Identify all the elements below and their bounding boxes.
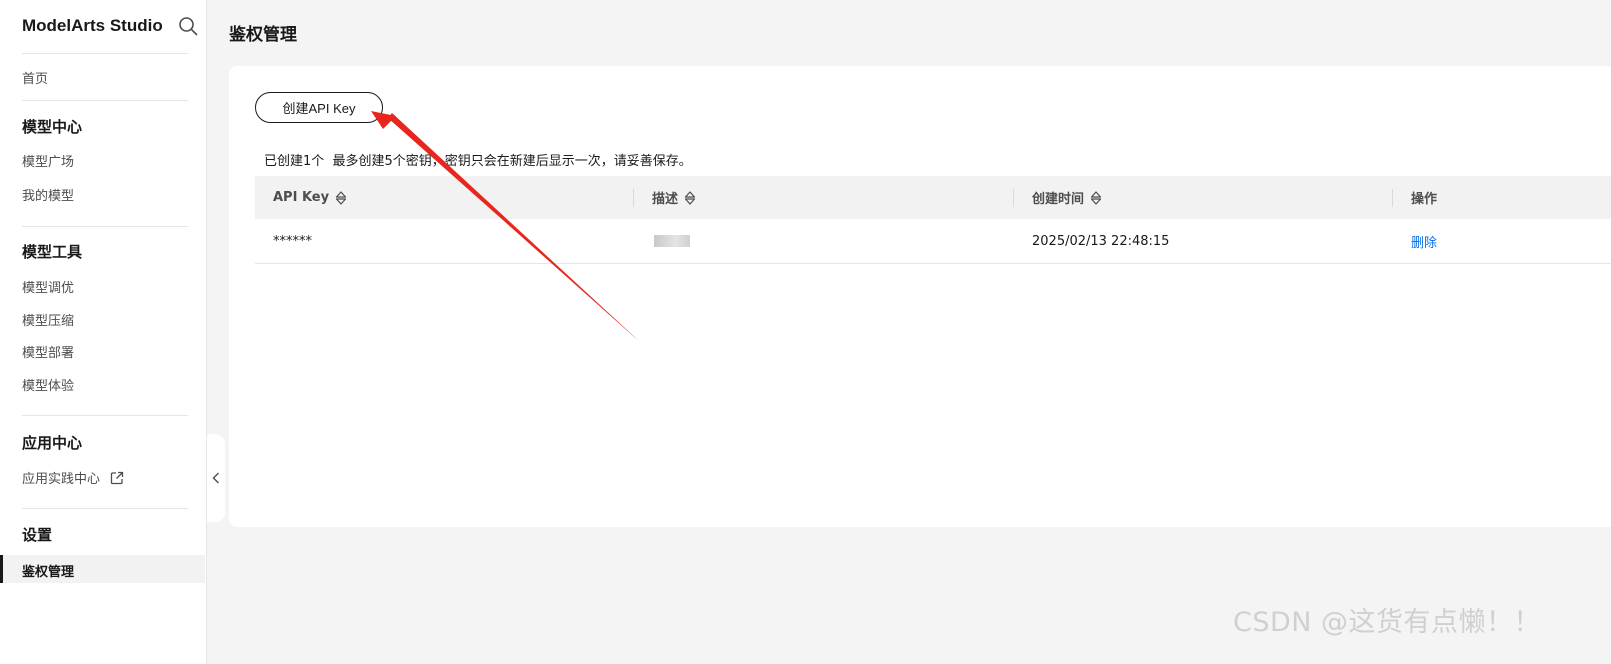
sidebar-item-home[interactable]: 首页 <box>22 68 48 87</box>
sidebar-item-label: 应用实践中心 <box>22 472 101 487</box>
cell-actions: 删除 <box>1411 219 1437 263</box>
sidebar-header: ModelArts Studio <box>22 14 198 38</box>
cell-created-time: 2025/02/13 22:48:15 <box>1032 233 1170 249</box>
column-header-actions: 操作 <box>1411 176 1437 219</box>
sidebar-item-model-tuning[interactable]: 模型调优 <box>22 277 74 296</box>
watermark: CSDN @这货有点懒！！ <box>1233 607 1542 638</box>
sidebar-item-label: 鉴权管理 <box>22 565 75 580</box>
sort-icon[interactable] <box>1090 190 1102 205</box>
sidebar-item-model-deploy[interactable]: 模型部署 <box>22 342 74 361</box>
sidebar-item-model-experience[interactable]: 模型体验 <box>22 375 74 394</box>
table-row: ****** 2025/02/13 22:48:15 删除 <box>255 219 1611 264</box>
column-header-created-time[interactable]: 创建时间 <box>1032 176 1102 219</box>
column-separator <box>1013 189 1014 207</box>
api-key-panel: 创建API Key 已创建1个 最多创建5个密钥，密钥只会在新建后显示一次，请妥… <box>229 66 1611 527</box>
column-separator <box>633 189 634 207</box>
nav-group-model-center: 模型中心 <box>22 118 83 136</box>
sidebar-item-my-models[interactable]: 我的模型 <box>22 185 74 204</box>
divider <box>22 100 188 101</box>
divider <box>22 415 188 416</box>
nav-group-model-tools: 模型工具 <box>22 243 83 261</box>
page-title: 鉴权管理 <box>229 25 297 45</box>
sidebar-item-model-compression[interactable]: 模型压缩 <box>22 310 74 329</box>
column-separator <box>1392 189 1393 207</box>
cell-description <box>654 219 690 263</box>
nav-group-app-center: 应用中心 <box>22 434 83 452</box>
sort-icon[interactable] <box>335 190 347 205</box>
sort-icon[interactable] <box>684 190 696 205</box>
sidebar-item-auth-management[interactable]: 鉴权管理 <box>0 555 205 583</box>
delete-link[interactable]: 删除 <box>1411 232 1437 251</box>
sidebar-item-model-plaza[interactable]: 模型广场 <box>22 151 74 170</box>
column-label: 创建时间 <box>1032 192 1085 207</box>
table-header: API Key 描述 创建时间 操作 <box>255 176 1611 219</box>
column-label: 描述 <box>652 192 679 207</box>
external-link-icon <box>111 471 124 485</box>
api-key-table: API Key 描述 创建时间 操作 ****** 2025/02/13 22:… <box>255 176 1611 264</box>
nav-group-settings: 设置 <box>22 526 53 544</box>
column-header-api-key[interactable]: API Key <box>273 176 347 219</box>
cell-api-key: ****** <box>273 233 312 249</box>
brand-title: ModelArts Studio <box>22 16 163 35</box>
sidebar-collapse-button[interactable] <box>207 434 225 522</box>
sidebar: ModelArts Studio 首页 模型中心 模型广场 我的模型 模型工具 … <box>0 0 207 664</box>
divider <box>22 508 188 509</box>
redacted-description <box>654 235 690 247</box>
column-header-description[interactable]: 描述 <box>652 176 696 219</box>
column-label: API Key <box>273 190 330 205</box>
divider <box>22 53 188 54</box>
quota-hint: 已创建1个 最多创建5个密钥，密钥只会在新建后显示一次，请妥善保存。 <box>264 154 692 169</box>
create-api-key-button[interactable]: 创建API Key <box>255 92 383 123</box>
sidebar-item-app-practice[interactable]: 应用实践中心 <box>22 468 124 487</box>
chevron-left-icon <box>212 472 219 484</box>
column-label: 操作 <box>1411 192 1438 207</box>
divider <box>22 226 188 227</box>
search-icon[interactable] <box>178 16 198 36</box>
